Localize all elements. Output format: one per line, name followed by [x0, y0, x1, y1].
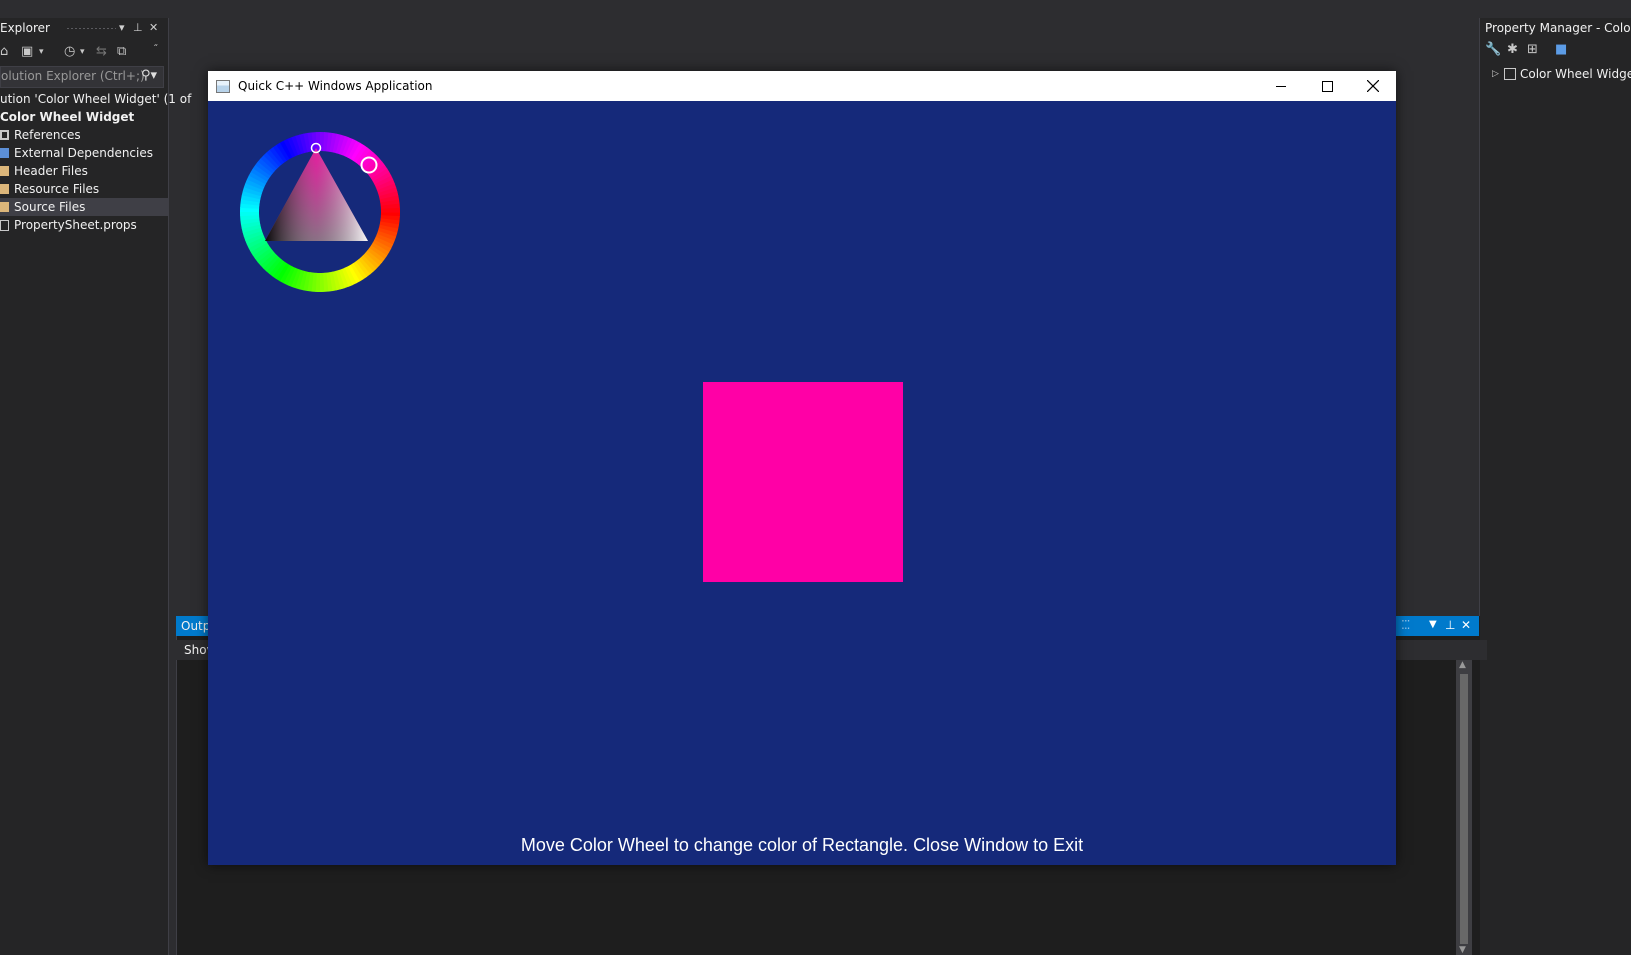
save-icon[interactable]: ■ [1555, 42, 1567, 57]
tree-item-source-files[interactable]: Source Files [0, 198, 168, 216]
dropdown-icon[interactable]: ▾ [119, 18, 125, 38]
maximize-button[interactable] [1304, 71, 1350, 101]
window-title: Quick C++ Windows Application [238, 79, 433, 93]
tree-item-header-files[interactable]: Header Files [0, 162, 168, 180]
search-placeholder: olution Explorer (Ctrl+;) [1, 69, 145, 83]
property-manager-panel [1479, 18, 1631, 955]
window-titlebar[interactable]: Quick C++ Windows Application [208, 71, 1396, 101]
home-icon[interactable]: ⌂ [0, 44, 8, 59]
solution-explorer-title: Explorer [0, 21, 50, 35]
app-icon [216, 80, 230, 93]
app-client-area: Move Color Wheel to change color of Rect… [208, 101, 1396, 865]
color-rectangle [703, 382, 903, 582]
scroll-thumb[interactable] [1460, 674, 1468, 944]
property-manager-toolbar: 🔧 ✱ ⊞ ■ [1485, 42, 1625, 62]
minimize-button[interactable] [1258, 71, 1304, 101]
property-manager-title: Property Manager - Color W [1485, 21, 1631, 35]
external-deps-icon [0, 148, 9, 158]
references-icon [0, 130, 9, 140]
folder-icon [0, 202, 9, 212]
file-icon [0, 220, 9, 231]
drag-grip[interactable] [66, 27, 116, 30]
solution-explorer-toolbar: ⌂ ▣ ▾ ◷ ▾ ⇆ ⧉ ˝ [0, 40, 168, 64]
close-button[interactable] [1350, 71, 1396, 101]
output-scrollbar[interactable]: ▲ ▼ [1456, 660, 1472, 955]
sync-icon[interactable]: ⇆ [96, 44, 107, 59]
project-node[interactable]: Color Wheel Widget [0, 108, 168, 126]
new-sheet-icon[interactable]: ⊞ [1527, 42, 1538, 57]
pending-changes-icon[interactable]: ◷ [64, 44, 75, 59]
solution-explorer-titlebar: Explorer ▾ ⊥ ✕ [0, 18, 168, 38]
tree-item-references[interactable]: References [0, 126, 168, 144]
drag-grip[interactable]: ⁚⁚⁚ [1401, 618, 1411, 632]
solution-node[interactable]: ution 'Color Wheel Widget' (1 of [0, 90, 191, 108]
tree-item-resource-files[interactable]: Resource Files [0, 180, 168, 198]
tree-item-propertysheet[interactable]: PropertySheet.props [0, 216, 168, 234]
instruction-text: Move Color Wheel to change color of Rect… [520, 835, 1084, 855]
chevron-down-icon[interactable]: ▾ [80, 47, 85, 57]
add-property-icon[interactable]: ✱ [1507, 42, 1518, 57]
dropdown-icon[interactable]: ▼ [1429, 619, 1437, 630]
close-icon[interactable]: ✕ [1461, 618, 1471, 632]
pin-icon[interactable]: ⊥ [133, 18, 143, 38]
close-icon[interactable]: ✕ [149, 18, 158, 38]
tree-item-external-dependencies[interactable]: External Dependencies [0, 144, 168, 162]
solution-explorer-search[interactable]: olution Explorer (Ctrl+;) ⚲▾ [0, 66, 164, 88]
search-icon[interactable]: ⚲▾ [141, 68, 157, 83]
app-window: Quick C++ Windows Application Move Color… [208, 71, 1396, 865]
project-icon [1504, 68, 1516, 80]
output-titlebar-controls: ⁚⁚⁚ ▼ ⊥ ✕ [1395, 616, 1479, 636]
wrench-icon[interactable]: 🔧 [1485, 42, 1501, 57]
pin-icon[interactable]: ⊥ [1445, 618, 1455, 632]
collapse-all-icon[interactable]: ⧉ [117, 44, 126, 59]
overflow-icon[interactable]: ˝ [153, 44, 158, 55]
folder-icon [0, 184, 9, 194]
folder-icon [0, 166, 9, 176]
switch-views-icon[interactable]: ▣ [21, 44, 33, 59]
scroll-down-icon[interactable]: ▼ [1459, 945, 1466, 955]
close-icon [1367, 80, 1379, 92]
scroll-up-icon[interactable]: ▲ [1459, 660, 1466, 670]
chevron-down-icon[interactable]: ▾ [39, 47, 44, 57]
color-wheel[interactable] [238, 130, 402, 294]
expand-arrow-icon[interactable]: ▷ [1492, 66, 1499, 82]
